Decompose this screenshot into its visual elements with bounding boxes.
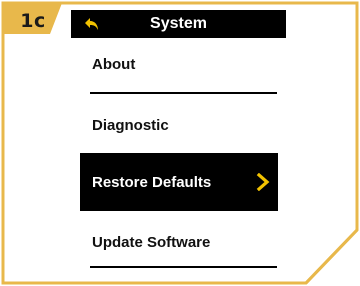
menu-item-label: Restore Defaults (92, 173, 212, 191)
menu-item-label: Update Software (92, 233, 211, 251)
menu-item-label: About (92, 55, 136, 73)
device-screen: System About Diagnostic Restore Defaults… (71, 10, 286, 280)
menu-item-update-software[interactable]: Update Software (80, 227, 278, 257)
step-badge-label: 1c (20, 10, 46, 32)
menu-item-label: Diagnostic (92, 116, 169, 134)
divider (90, 266, 277, 268)
divider (90, 92, 277, 94)
screen-header: System (71, 10, 286, 38)
chevron-right-icon (256, 173, 270, 191)
menu-item-about[interactable]: About (80, 49, 278, 79)
step-badge: 1c (6, 7, 60, 35)
menu-item-restore-defaults[interactable]: Restore Defaults (80, 153, 278, 211)
menu-item-diagnostic[interactable]: Diagnostic (80, 110, 278, 140)
screen-title: System (150, 15, 207, 32)
